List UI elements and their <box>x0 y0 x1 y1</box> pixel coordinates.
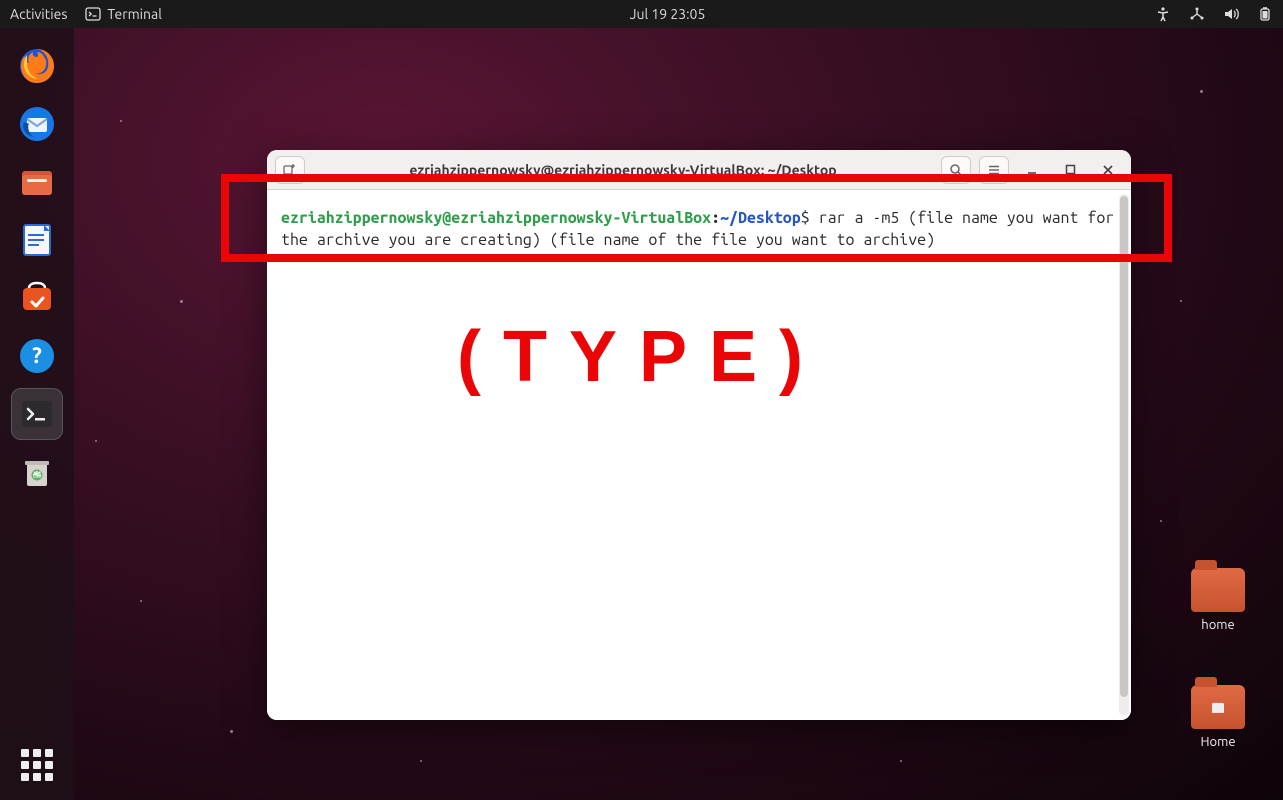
activities-label: Activities <box>10 6 67 22</box>
folder-icon <box>1191 568 1245 612</box>
focused-app-indicator[interactable]: Terminal <box>85 6 162 22</box>
system-tray <box>1155 6 1273 22</box>
terminal-small-icon <box>85 6 101 22</box>
hamburger-menu-button[interactable] <box>979 156 1009 184</box>
terminal-output: ezriahzippernowsky@ezriahzippernowsky-Vi… <box>267 190 1131 261</box>
thunderbird-icon <box>17 104 57 144</box>
dock-files[interactable] <box>11 156 63 208</box>
network-icon[interactable] <box>1189 6 1205 22</box>
volume-icon[interactable] <box>1223 6 1239 22</box>
show-applications-button[interactable] <box>20 748 54 782</box>
svg-text:?: ? <box>32 343 42 368</box>
maximize-icon <box>1065 164 1076 175</box>
terminal-titlebar[interactable]: ezriahzippernowsky@ezriahzippernowsky-Vi… <box>267 150 1131 190</box>
dock-writer[interactable] <box>11 214 63 266</box>
search-button[interactable] <box>941 156 971 184</box>
clock-text: Jul 19 23:05 <box>630 6 706 22</box>
terminal-scrollbar[interactable] <box>1119 194 1129 716</box>
ubuntu-software-icon <box>17 278 57 318</box>
terminal-window: ezriahzippernowsky@ezriahzippernowsky-Vi… <box>267 150 1131 720</box>
home-folder-icon <box>1191 685 1245 729</box>
dock-help[interactable]: ? <box>11 330 63 382</box>
desktop-folder-home[interactable]: Home <box>1183 685 1253 749</box>
activities-button[interactable]: Activities <box>10 6 67 22</box>
dock-software[interactable] <box>11 272 63 324</box>
prompt-user-host: ezriahzippernowsky@ezriahzippernowsky-Vi… <box>281 209 711 227</box>
top-bar: Activities Terminal Jul 19 23:05 <box>0 0 1283 28</box>
window-title: ezriahzippernowsky@ezriahzippernowsky-Vi… <box>313 162 933 178</box>
firefox-icon <box>17 46 57 86</box>
desktop-folder-home-lower[interactable]: home <box>1183 568 1253 632</box>
prompt-separator: : <box>711 209 720 227</box>
desktop-icon-label: home <box>1183 618 1253 632</box>
maximize-button[interactable] <box>1055 156 1085 184</box>
dock: ? <box>0 28 74 800</box>
dock-firefox[interactable] <box>11 40 63 92</box>
plus-tab-icon <box>283 163 297 177</box>
minimize-button[interactable] <box>1017 156 1047 184</box>
accessibility-icon[interactable] <box>1155 6 1171 22</box>
close-icon <box>1102 164 1114 176</box>
battery-icon[interactable] <box>1257 6 1273 22</box>
terminal-icon <box>17 394 57 434</box>
search-icon <box>949 163 963 177</box>
clock[interactable]: Jul 19 23:05 <box>630 6 706 22</box>
terminal-body[interactable]: ezriahzippernowsky@ezriahzippernowsky-Vi… <box>267 190 1131 720</box>
files-icon <box>17 162 57 202</box>
new-tab-button[interactable] <box>275 156 305 184</box>
prompt-path: ~/Desktop <box>720 209 801 227</box>
hamburger-icon <box>987 163 1001 177</box>
dock-thunderbird[interactable] <box>11 98 63 150</box>
focused-app-label: Terminal <box>107 6 162 22</box>
close-button[interactable] <box>1093 156 1123 184</box>
help-icon: ? <box>17 336 57 376</box>
desktop-icon-label: Home <box>1183 735 1253 749</box>
trash-icon <box>17 452 57 492</box>
libreoffice-writer-icon <box>17 220 57 260</box>
minimize-icon <box>1026 164 1038 176</box>
prompt-symbol: $ <box>801 209 810 227</box>
dock-terminal[interactable] <box>11 388 63 440</box>
scrollbar-thumb[interactable] <box>1120 196 1128 697</box>
dock-trash[interactable] <box>11 446 63 498</box>
